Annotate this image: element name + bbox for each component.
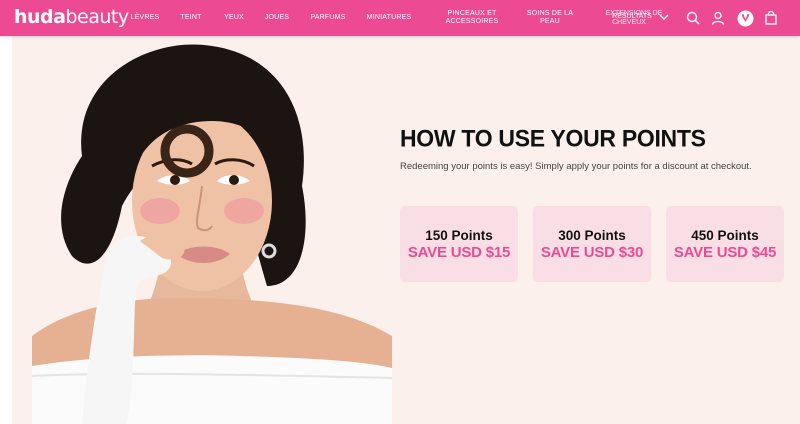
points-savings: SAVE USD $15 — [407, 244, 511, 261]
nav-label: MINIATURES — [366, 13, 412, 21]
nav-parfums[interactable]: PARFUMS — [308, 0, 348, 36]
points-savings: SAVE USD $30 — [540, 244, 644, 261]
nav-extensions-line2: CHEVEUX — [612, 19, 646, 26]
nav-label: JOUES — [264, 13, 290, 21]
points-savings: SAVE USD $45 — [673, 244, 777, 261]
points-card: 450 Points SAVE USD $45 — [666, 206, 784, 282]
site-header: hudabeauty LÈVRES TEINT YEUX JOUES PARFU… — [0, 0, 800, 36]
nav-label: PARFUMS — [310, 13, 346, 21]
points-info: HOW TO USE YOUR POINTS Redeeming your po… — [400, 124, 752, 172]
nav-label: PINCEAUX ET ACCESSOIRES — [445, 9, 499, 26]
search-icon[interactable] — [684, 9, 702, 27]
bag-icon[interactable] — [762, 9, 780, 27]
account-icon[interactable] — [709, 9, 727, 27]
points-card: 150 Points SAVE USD $15 — [400, 206, 518, 282]
nav-extensions-overlap[interactable]: EXTENSIONS DE RÉSULTATS CHEVEUX — [598, 0, 663, 36]
points-amount: 150 Points — [425, 228, 493, 243]
hero-section: HOW TO USE YOUR POINTS Redeeming your po… — [0, 36, 800, 424]
hero-edge — [0, 36, 12, 424]
nav-yeux[interactable]: YEUX — [220, 0, 248, 36]
points-amount: 450 Points — [691, 228, 759, 243]
chevron-down-icon[interactable] — [657, 10, 671, 24]
nav-teint[interactable]: TEINT — [176, 0, 206, 36]
points-card: 300 Points SAVE USD $30 — [533, 206, 651, 282]
nav-miniatures[interactable]: MINIATURES — [364, 0, 414, 36]
points-amount: 300 Points — [558, 228, 626, 243]
nav-soins[interactable]: SOINS DE LA PEAU — [526, 0, 574, 36]
brand-logo[interactable]: hudabeauty — [14, 6, 129, 28]
nav-pinceaux[interactable]: PINCEAUX ET ACCESSOIRES — [444, 0, 500, 36]
rewards-icon[interactable] — [736, 9, 754, 27]
nav-levres[interactable]: LÈVRES — [128, 0, 162, 36]
nav-label: LÈVRES — [130, 13, 160, 21]
nav-label: YEUX — [224, 13, 244, 21]
model-portrait-image — [31, 44, 393, 424]
nav-joues[interactable]: JOUES — [262, 0, 292, 36]
nav-label: TEINT — [180, 13, 202, 21]
page-title: HOW TO USE YOUR POINTS — [400, 124, 706, 152]
page-subtitle: Redeeming your points is easy! Simply ap… — [400, 161, 752, 172]
nav-label: SOINS DE LA PEAU — [526, 9, 574, 26]
